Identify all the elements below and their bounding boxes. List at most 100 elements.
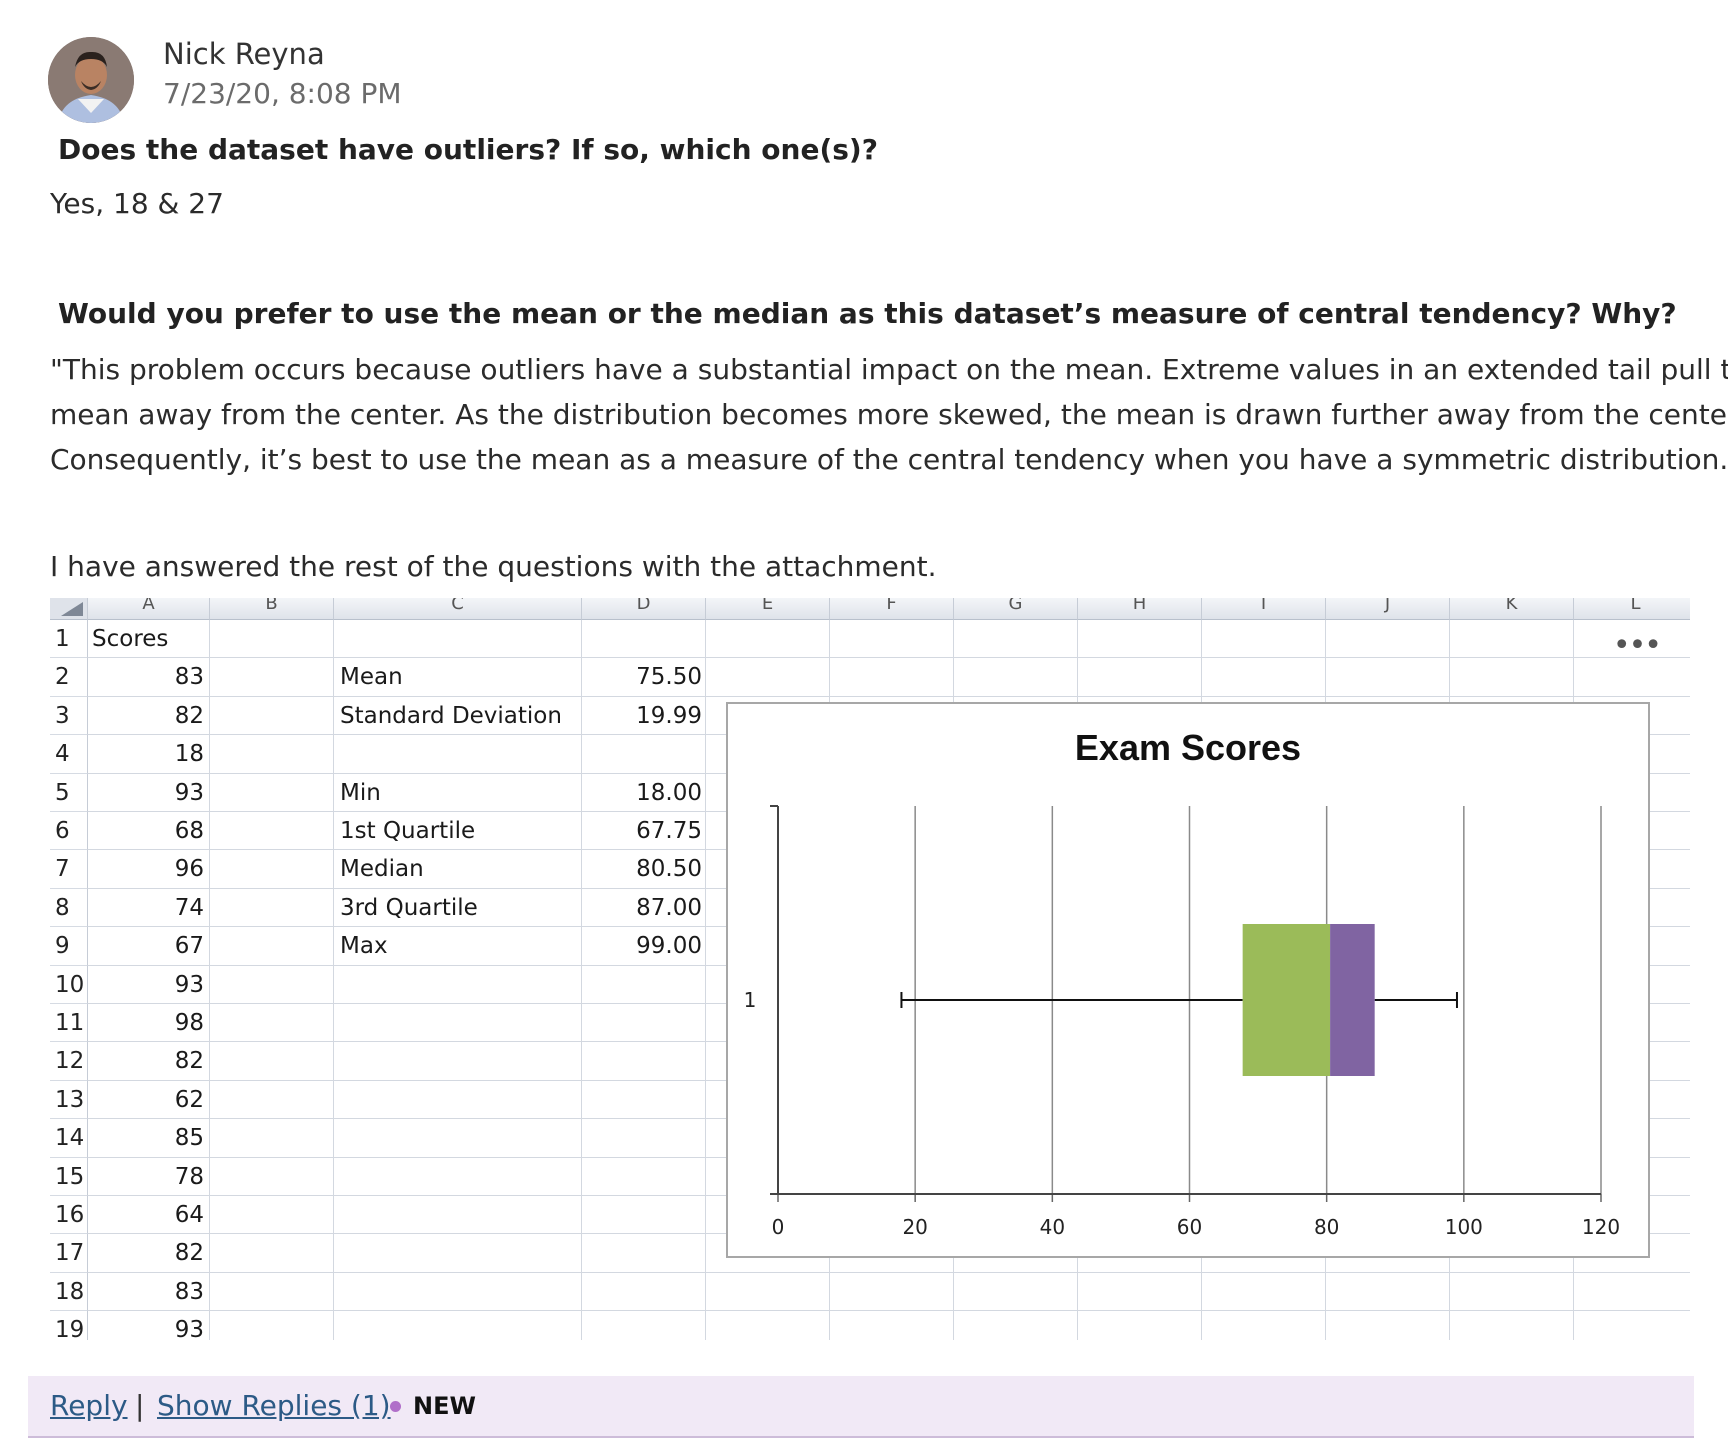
upper-box xyxy=(1330,924,1375,1076)
cell-score[interactable]: 83 xyxy=(92,658,204,696)
x-tick-label: 0 xyxy=(772,1215,785,1239)
row-header[interactable]: 13 xyxy=(50,1080,88,1120)
row-header[interactable]: 6 xyxy=(50,812,88,851)
cell-score[interactable]: 67 xyxy=(92,927,204,965)
cell-score[interactable]: 18 xyxy=(92,735,204,773)
row-header[interactable]: 1 xyxy=(50,620,88,659)
x-tick-label: 60 xyxy=(1177,1215,1202,1239)
row-header[interactable]: 5 xyxy=(50,773,88,812)
grid-line xyxy=(88,1271,1690,1273)
lower-box xyxy=(1242,924,1331,1076)
column-header[interactable]: K xyxy=(1450,598,1574,620)
cell-score[interactable]: 68 xyxy=(92,812,204,850)
cell-score[interactable]: 64 xyxy=(92,1196,204,1234)
cell-stat-value[interactable]: 87.00 xyxy=(586,889,702,927)
row-header[interactable]: 17 xyxy=(50,1234,88,1273)
answer-central-tendency: "This problem occurs because outliers ha… xyxy=(50,347,1728,482)
column-header[interactable]: B xyxy=(210,598,334,620)
grid-line xyxy=(88,657,1690,659)
column-header[interactable]: C xyxy=(334,598,582,620)
row-header[interactable]: 16 xyxy=(50,1196,88,1235)
cell-stat-value[interactable]: 67.75 xyxy=(586,812,702,850)
cell-stat-label[interactable]: Min xyxy=(340,774,580,812)
row-header[interactable]: 15 xyxy=(50,1157,88,1196)
answer-line: mean away from the center. As the distri… xyxy=(50,398,1728,431)
cell-score[interactable]: 96 xyxy=(92,850,204,888)
avatar[interactable] xyxy=(48,37,134,123)
row-header[interactable]: 3 xyxy=(50,696,88,736)
discussion-post: Nick Reyna 7/23/20, 8:08 PM Does the dat… xyxy=(0,0,1728,1438)
cell-score[interactable]: 98 xyxy=(92,1004,204,1042)
cell-stat-label[interactable]: Median xyxy=(340,850,580,888)
select-all-corner xyxy=(50,598,88,620)
cell-score[interactable]: 82 xyxy=(92,1042,204,1080)
row-header[interactable]: 9 xyxy=(50,927,88,966)
column-header[interactable]: F xyxy=(830,598,954,620)
cell-score[interactable]: 93 xyxy=(92,1311,204,1340)
row-header[interactable]: 8 xyxy=(50,888,88,928)
row-header[interactable]: 7 xyxy=(50,850,88,889)
cell-score[interactable]: 85 xyxy=(92,1119,204,1157)
x-tick-label: 80 xyxy=(1314,1215,1339,1239)
new-dot-icon xyxy=(390,1401,401,1412)
cell-score[interactable]: 83 xyxy=(92,1273,204,1311)
row-header[interactable]: 2 xyxy=(50,658,88,697)
show-replies-link[interactable]: Show Replies (1) xyxy=(157,1386,391,1426)
row-header[interactable]: 19 xyxy=(50,1311,88,1340)
post-actions-bar: Reply | Show Replies (1) NEW xyxy=(28,1376,1694,1438)
cell-score[interactable]: 78 xyxy=(92,1158,204,1196)
post-timestamp: 7/23/20, 8:08 PM xyxy=(163,77,402,110)
box-plot-chart: Exam Scores 0 20 40 60 80 100 120 1 xyxy=(726,702,1650,1258)
column-header[interactable]: G xyxy=(954,598,1078,620)
column-header[interactable]: E xyxy=(706,598,830,620)
cell-score[interactable]: 62 xyxy=(92,1081,204,1119)
cell-stat-label[interactable]: 1st Quartile xyxy=(340,812,580,850)
grid-line xyxy=(88,695,1690,697)
cell-stat-label[interactable]: 3rd Quartile xyxy=(340,889,580,927)
row-header[interactable]: 18 xyxy=(50,1272,88,1312)
grid-line xyxy=(88,1310,1690,1312)
attachment-note: I have answered the rest of the question… xyxy=(50,550,937,583)
category-label: 1 xyxy=(744,988,757,1012)
cell-stat-label[interactable]: Standard Deviation xyxy=(340,697,580,735)
column-header[interactable]: H xyxy=(1078,598,1202,620)
row-header[interactable]: 11 xyxy=(50,1004,88,1043)
cell-stat-value[interactable]: 99.00 xyxy=(586,927,702,965)
row-header[interactable]: 4 xyxy=(50,735,88,774)
spreadsheet-attachment[interactable]: A B C D E F G H I J K L 1 2 3 4 5 6 7 8 9 10 11 12 13 14 15 16 17 18 1… xyxy=(50,598,1690,1340)
cell-stat-value[interactable]: 75.50 xyxy=(586,658,702,696)
cell-score[interactable]: 93 xyxy=(92,966,204,1004)
question-central-tendency: Would you prefer to use the mean or the … xyxy=(58,297,1677,330)
grid-line xyxy=(705,620,706,1340)
column-header[interactable]: A xyxy=(88,598,210,620)
cell-score[interactable]: 93 xyxy=(92,774,204,812)
column-header[interactable]: L xyxy=(1574,598,1690,620)
more-horizontal-icon[interactable]: ••• xyxy=(1613,631,1662,661)
x-tick-label: 40 xyxy=(1040,1215,1065,1239)
column-header[interactable]: D xyxy=(582,598,706,620)
separator: | xyxy=(135,1389,145,1422)
cell-stat-value[interactable]: 80.50 xyxy=(586,850,702,888)
row-header[interactable]: 12 xyxy=(50,1042,88,1081)
row-header[interactable]: 10 xyxy=(50,965,88,1004)
grid-line xyxy=(209,620,210,1340)
cell-stat-value[interactable]: 18.00 xyxy=(586,774,702,812)
cell-score[interactable]: 82 xyxy=(92,1234,204,1272)
cell-header-scores[interactable]: Scores xyxy=(92,620,208,658)
chart-title: Exam Scores xyxy=(1075,727,1301,768)
row-header[interactable]: 14 xyxy=(50,1119,88,1158)
cell-stat-value[interactable]: 19.99 xyxy=(586,697,702,735)
grid-line xyxy=(333,620,334,1340)
grid-line xyxy=(581,620,582,1340)
column-header[interactable]: I xyxy=(1202,598,1326,620)
reply-link[interactable]: Reply xyxy=(50,1386,128,1426)
author-name[interactable]: Nick Reyna xyxy=(163,34,325,74)
cell-stat-label[interactable]: Max xyxy=(340,927,580,965)
question-outliers: Does the dataset have outliers? If so, w… xyxy=(58,133,878,166)
column-header[interactable]: J xyxy=(1326,598,1450,620)
cell-stat-label[interactable]: Mean xyxy=(340,658,580,696)
answer-line: "This problem occurs because outliers ha… xyxy=(50,353,1728,386)
cell-score[interactable]: 82 xyxy=(92,697,204,735)
cell-score[interactable]: 74 xyxy=(92,889,204,927)
chart-svg: Exam Scores 0 20 40 60 80 100 120 1 xyxy=(744,727,1620,1239)
